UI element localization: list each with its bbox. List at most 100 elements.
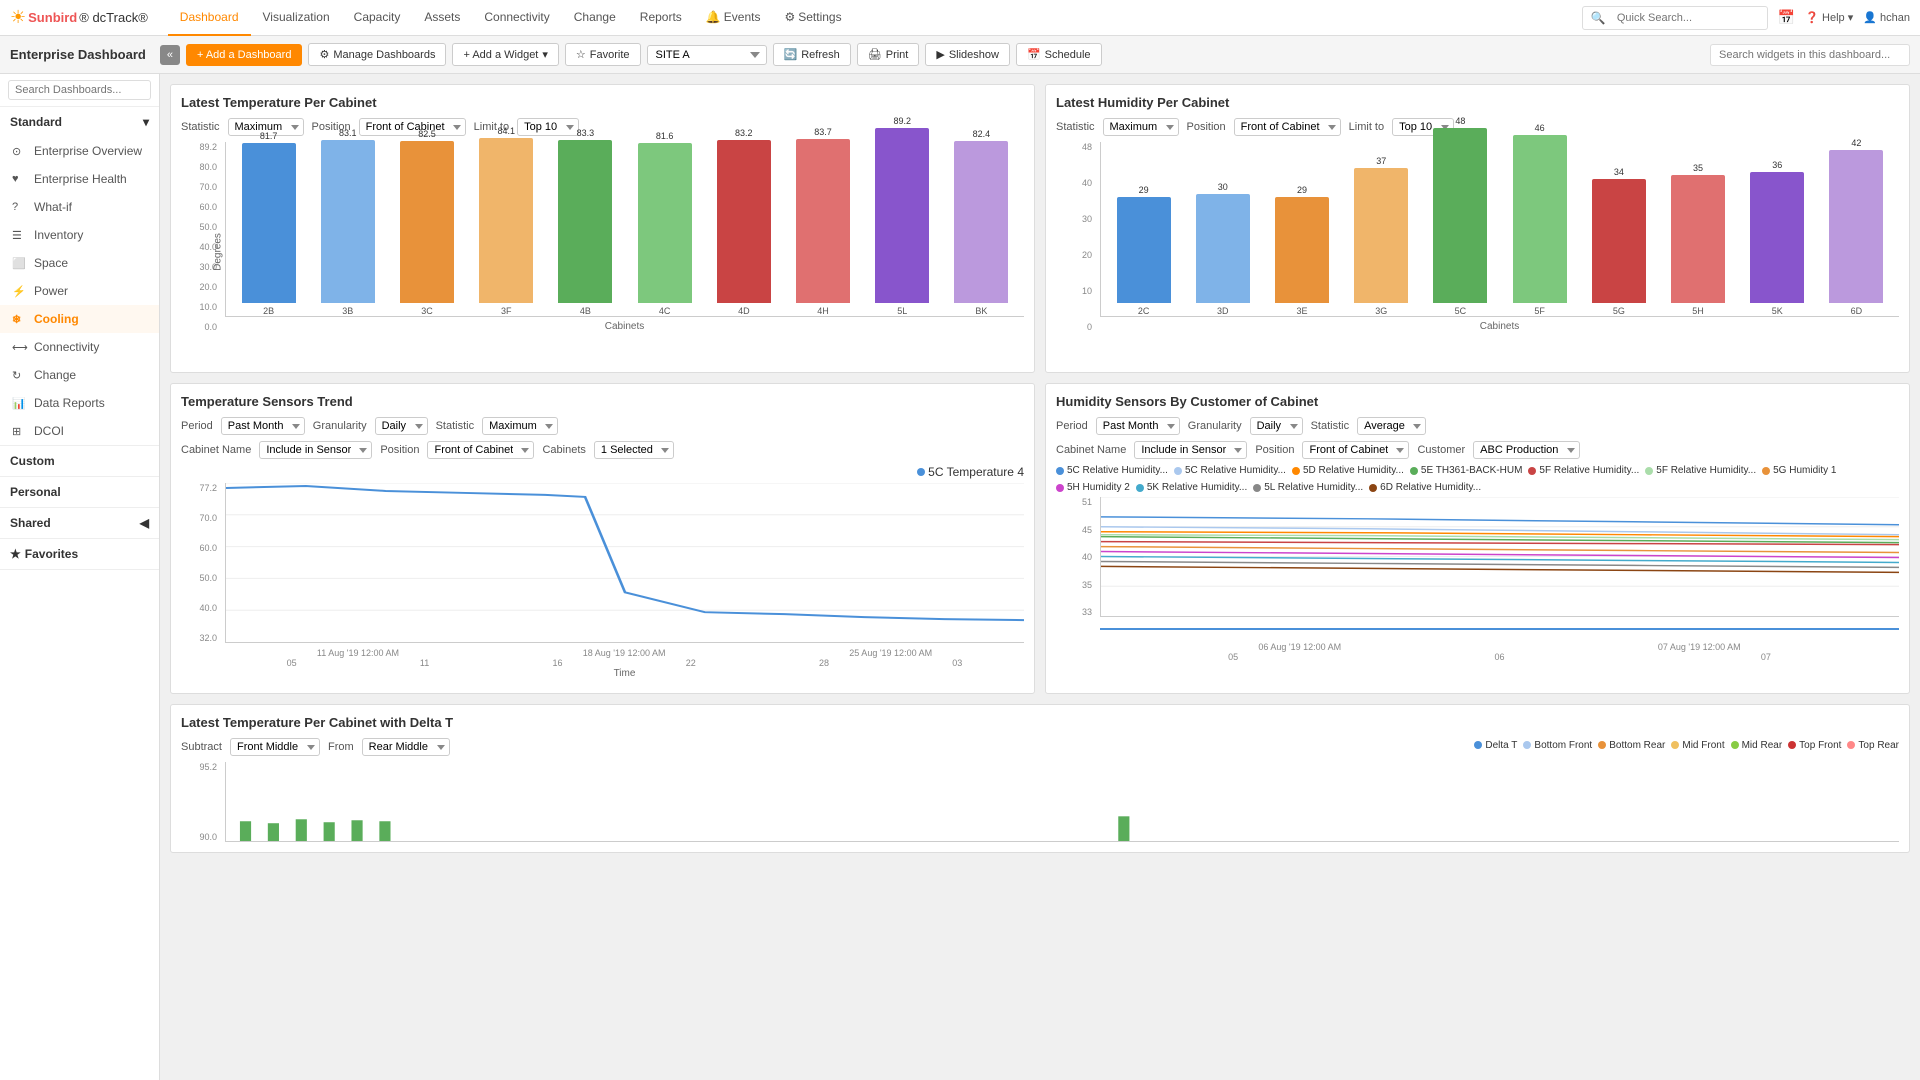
favorites-section-header[interactable]: ★ Favorites [0, 539, 159, 569]
sidebar-item-what-if[interactable]: ? What-if [0, 193, 159, 221]
sidebar-item-enterprise-overview[interactable]: ⊙ Enterprise Overview [0, 137, 159, 165]
favorite-button[interactable]: ☆ Favorite [565, 43, 641, 66]
temp-trend-cabinet-select[interactable]: Include in Sensor [259, 441, 372, 459]
bar-value: 34 [1614, 167, 1624, 177]
hum-cust-granularity-select[interactable]: Daily [1250, 417, 1303, 435]
humidity-cabinet-widget: Latest Humidity Per Cabinet Statistic Ma… [1045, 84, 1910, 373]
personal-section-header[interactable]: Personal [0, 477, 159, 507]
standard-section-header[interactable]: Standard ▾ [0, 107, 159, 137]
manage-dashboards-button[interactable]: ⚙ Manage Dashboards [308, 43, 446, 66]
calendar-icon[interactable]: 📅 [1778, 9, 1795, 26]
shared-section-header[interactable]: Shared ◀ [0, 508, 159, 538]
bar[interactable] [638, 143, 692, 303]
hum-position-select[interactable]: Front of Cabinet [1234, 118, 1341, 136]
bar[interactable] [400, 141, 454, 303]
bar[interactable] [1671, 175, 1725, 303]
temp-bar-group: 83.1 3B [309, 128, 386, 316]
slideshow-button[interactable]: ▶ Slideshow [925, 43, 1010, 66]
widget-search-input[interactable] [1710, 44, 1910, 66]
hum-cust-customer-select[interactable]: ABC Production [1473, 441, 1580, 459]
hum-statistic-select[interactable]: Maximum [1103, 118, 1179, 136]
site-select[interactable]: SITE A [647, 45, 767, 65]
legend-dot [1645, 467, 1653, 475]
delta-t-chart: 95.290.0 [181, 762, 1899, 842]
sidebar-search-input[interactable] [8, 80, 151, 100]
nav-capacity[interactable]: Capacity [342, 0, 413, 36]
temp-trend-legend: 5C Temperature 4 [181, 465, 1024, 479]
temp-trend-position-select[interactable]: Front of Cabinet [427, 441, 534, 459]
sidebar-item-connectivity[interactable]: ⟷ Connectivity [0, 333, 159, 361]
temp-trend-period-select[interactable]: Past Month [221, 417, 305, 435]
legend-item: 5E TH361-BACK-HUM [1410, 465, 1523, 476]
nav-assets[interactable]: Assets [412, 0, 472, 36]
change-icon: ↻ [12, 369, 26, 382]
print-button[interactable]: 🖨 Print [857, 43, 920, 66]
hum-cust-position-select[interactable]: Front of Cabinet [1302, 441, 1409, 459]
bar[interactable] [1513, 135, 1567, 303]
sidebar-item-inventory[interactable]: ☰ Inventory [0, 221, 159, 249]
bar[interactable] [1354, 168, 1408, 303]
temp-trend-cabinets-select[interactable]: 1 Selected [594, 441, 674, 459]
sidebar-item-data-reports[interactable]: 📊 Data Reports [0, 389, 159, 417]
bar[interactable] [1196, 194, 1250, 303]
nav-change[interactable]: Change [562, 0, 628, 36]
nav-events[interactable]: 🔔 Events [694, 0, 773, 36]
delta-t-title: Latest Temperature Per Cabinet with Delt… [181, 715, 1899, 730]
nav-reports[interactable]: Reports [628, 0, 694, 36]
refresh-button[interactable]: 🔄 Refresh [773, 43, 851, 66]
temp-bar-group: 81.6 4C [626, 131, 703, 316]
hum-cust-statistic-select[interactable]: Average [1357, 417, 1426, 435]
hum-cust-chart: 5145403533 [1056, 497, 1899, 657]
nav-settings[interactable]: ⚙ Settings [772, 0, 853, 36]
hum-cust-period-select[interactable]: Past Month [1096, 417, 1180, 435]
nav-visualization[interactable]: Visualization [251, 0, 342, 36]
hum-bar-group: 37 3G [1343, 156, 1420, 316]
sidebar-item-enterprise-health[interactable]: ♥ Enterprise Health [0, 165, 159, 193]
quick-search[interactable]: 🔍 [1582, 6, 1768, 30]
bar[interactable] [1829, 150, 1883, 303]
help-button[interactable]: ❓ Help ▾ [1805, 11, 1853, 24]
delta-from-select[interactable]: Rear Middle [362, 738, 450, 756]
quick-search-input[interactable] [1609, 9, 1759, 27]
bar[interactable] [242, 143, 296, 303]
bar-value: 81.6 [656, 131, 674, 141]
delta-legend-dot [1523, 741, 1531, 749]
sidebar-item-dcoi[interactable]: ⊞ DCOI [0, 417, 159, 445]
bar[interactable] [717, 140, 771, 303]
standard-section: Standard ▾ ⊙ Enterprise Overview ♥ Enter… [0, 107, 159, 446]
bar[interactable] [875, 128, 929, 303]
sidebar-item-space[interactable]: ⬜ Space [0, 249, 159, 277]
hum-cust-cabinet-select[interactable]: Include in Sensor [1134, 441, 1247, 459]
add-widget-button[interactable]: + Add a Widget ▾ [452, 43, 558, 66]
bar[interactable] [954, 141, 1008, 303]
collapse-sidebar-button[interactable]: « [160, 45, 180, 65]
sidebar-item-power[interactable]: ⚡ Power [0, 277, 159, 305]
custom-section-header[interactable]: Custom [0, 446, 159, 476]
nav-right: 🔍 📅 ❓ Help ▾ 👤 hchan [1582, 6, 1910, 30]
bar[interactable] [1750, 172, 1804, 303]
custom-section: Custom [0, 446, 159, 477]
schedule-button[interactable]: 📅 Schedule [1016, 43, 1102, 66]
bar[interactable] [1117, 197, 1171, 303]
sidebar-item-cooling[interactable]: ❄ Cooling [0, 305, 159, 333]
legend-item: 5H Humidity 2 [1056, 482, 1130, 493]
user-menu[interactable]: 👤 hchan [1863, 11, 1910, 24]
bar[interactable] [1275, 197, 1329, 303]
bar[interactable] [1592, 179, 1646, 303]
bar[interactable] [558, 140, 612, 303]
favorites-section: ★ Favorites [0, 539, 159, 570]
bar[interactable] [479, 138, 533, 303]
add-dashboard-button[interactable]: + Add a Dashboard [186, 44, 303, 66]
temp-trend-granularity-select[interactable]: Daily [375, 417, 428, 435]
nav-connectivity[interactable]: Connectivity [472, 0, 561, 36]
temp-trend-statistic-select[interactable]: Maximum [482, 417, 558, 435]
nav-dashboard[interactable]: Dashboard [168, 0, 251, 36]
bar-label: 5L [897, 306, 907, 316]
bar[interactable] [321, 140, 375, 303]
bar-label: 6D [1851, 306, 1863, 316]
delta-subtract-select[interactable]: Front Middle [230, 738, 320, 756]
bar[interactable] [796, 139, 850, 303]
sidebar-item-change[interactable]: ↻ Change [0, 361, 159, 389]
hum-bar-group: 34 5G [1580, 167, 1657, 316]
bar[interactable] [1433, 128, 1487, 303]
